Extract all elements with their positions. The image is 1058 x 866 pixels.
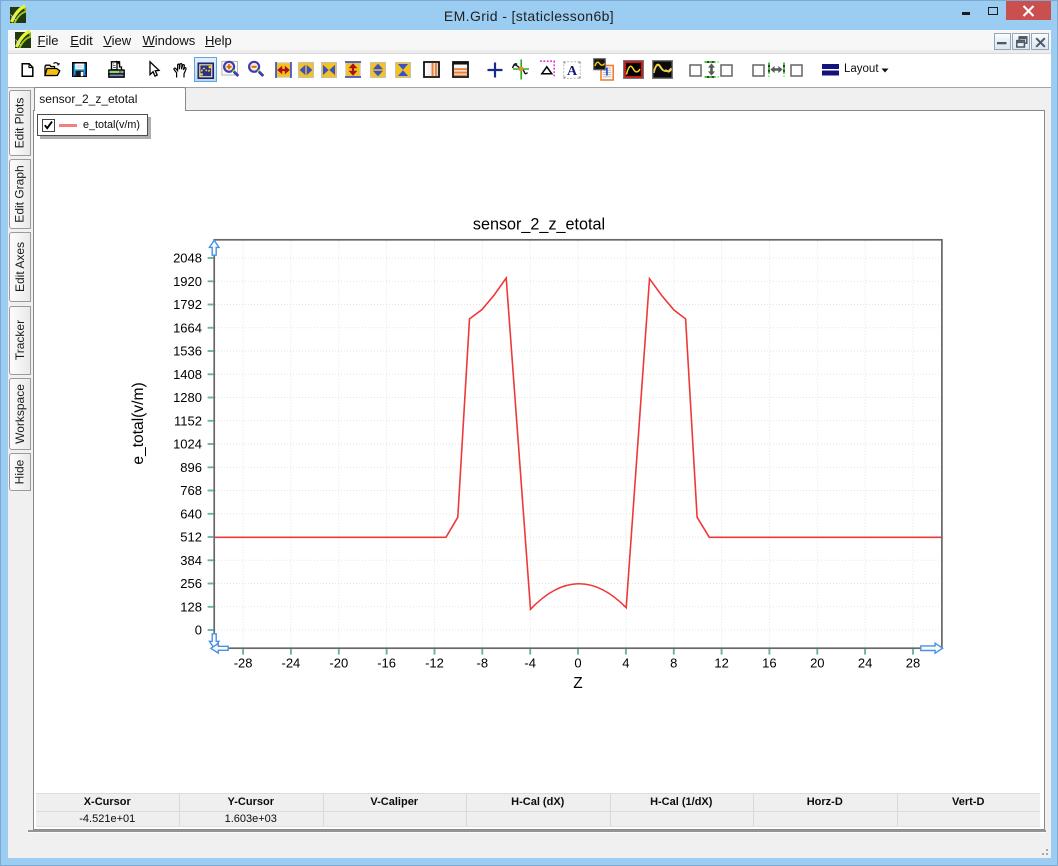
svg-text:128: 128 [180,599,202,614]
svg-text:8: 8 [670,656,677,671]
svg-text:28: 28 [906,656,920,671]
svg-text:-24: -24 [282,656,301,671]
svg-text:24: 24 [858,656,872,671]
svg-text:-4: -4 [524,656,536,671]
svg-text:1024: 1024 [173,437,202,452]
svg-text:256: 256 [180,576,202,591]
svg-text:640: 640 [180,506,202,521]
svg-text:-28: -28 [234,656,253,671]
svg-text:1920: 1920 [173,274,202,289]
svg-text:1536: 1536 [173,344,202,359]
svg-text:0: 0 [574,656,581,671]
svg-text:-12: -12 [425,656,444,671]
svg-text:2048: 2048 [173,251,202,266]
svg-text:512: 512 [180,530,202,545]
svg-text:1664: 1664 [173,320,202,335]
svg-text:20: 20 [810,656,824,671]
svg-text:384: 384 [180,553,202,568]
svg-text:1152: 1152 [174,413,202,428]
svg-text:e_total(v/m): e_total(v/m) [130,382,147,464]
svg-text:-8: -8 [477,656,489,671]
svg-text:16: 16 [762,656,776,671]
svg-text:0: 0 [195,623,202,638]
svg-text:1408: 1408 [173,367,202,382]
svg-text:12: 12 [714,656,728,671]
svg-text:896: 896 [180,460,202,475]
svg-text:1792: 1792 [173,297,202,312]
svg-text:768: 768 [180,483,202,498]
svg-text:4: 4 [622,656,629,671]
svg-text:Z: Z [573,675,582,692]
svg-text:1280: 1280 [173,390,202,405]
svg-text:-16: -16 [377,656,396,671]
svg-text:sensor_2_z_etotal: sensor_2_z_etotal [473,216,605,234]
svg-text:-20: -20 [329,656,348,671]
